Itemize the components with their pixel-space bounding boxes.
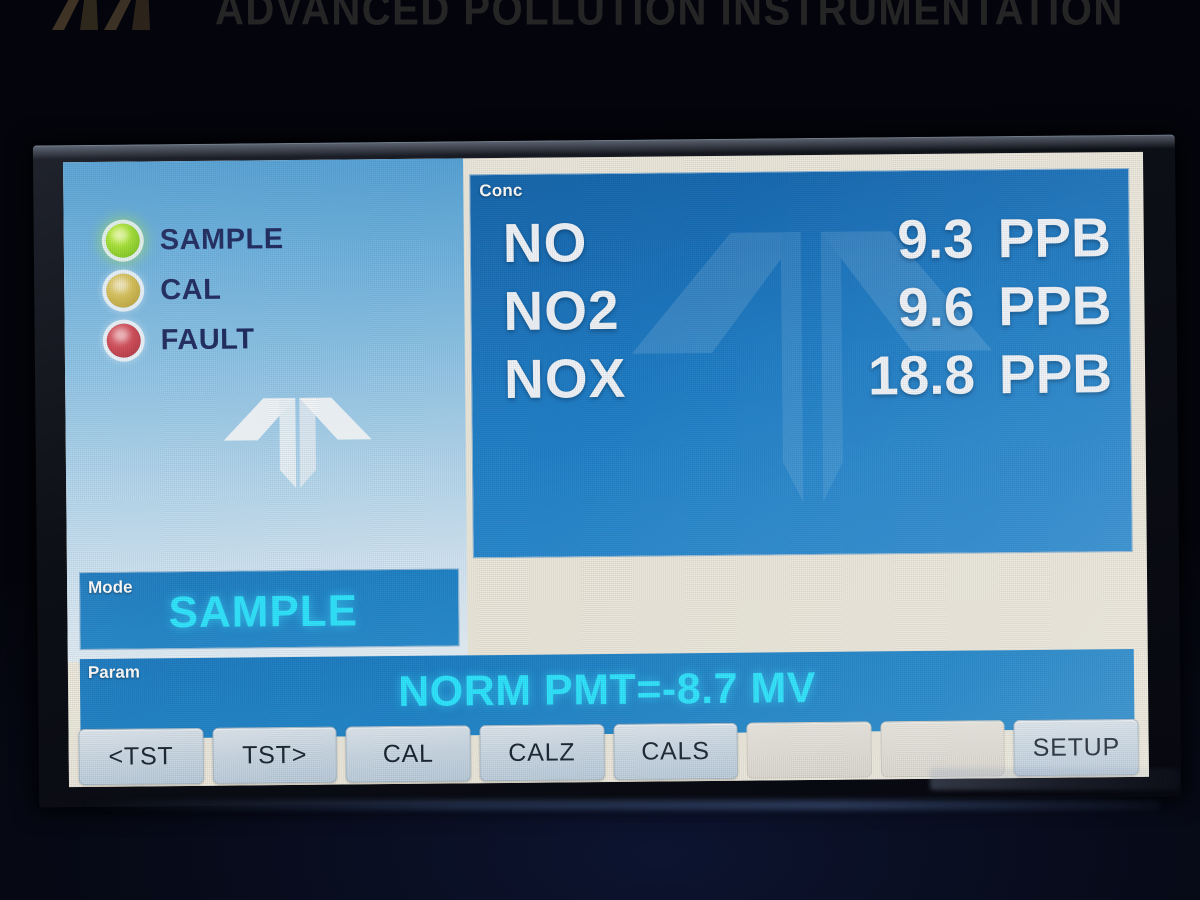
concentration-panel: Conc NO 9.3 PPB NO2 9.6 PPB NOX 18.8 PPB: [469, 167, 1133, 559]
mode-value: SAMPLE: [168, 586, 359, 638]
status-row-fault: FAULT: [106, 322, 255, 358]
conc-value-nox: 18.8: [867, 343, 976, 407]
function-button-tst-prev[interactable]: <TST: [78, 727, 204, 786]
conc-value-no: 9.3: [897, 207, 975, 271]
status-label-fault: FAULT: [160, 322, 255, 356]
param-value: NORM PMT=-8.7 MV: [398, 664, 817, 717]
banner-title: ADVANCED POLLUTION INSTRUMENTATION: [215, 0, 1124, 35]
teledyne-chevron-logo-icon: [52, 0, 150, 30]
instrument-banner: ADVANCED POLLUTION INSTRUMENTATION: [0, 0, 1200, 44]
conc-gas-nox: NOX: [503, 346, 627, 410]
function-button-blank-1: [746, 721, 872, 779]
lcd-screen: SAMPLE CAL FAULT Conc NO 9.3 PPB NO2 9.6…: [63, 151, 1149, 788]
monitor-bezel: SAMPLE CAL FAULT Conc NO 9.3 PPB NO2 9.6…: [32, 134, 1182, 808]
led-indicator-icon-fault: [106, 323, 141, 358]
conc-unit-no: PPB: [997, 206, 1112, 270]
screenshot-root: ADVANCED POLLUTION INSTRUMENTATION SAMPL…: [0, 0, 1200, 900]
conc-unit-no2: PPB: [998, 274, 1112, 338]
conc-caption: Conc: [479, 180, 523, 201]
status-label-cal: CAL: [160, 273, 222, 306]
function-button-calz[interactable]: CALZ: [479, 724, 605, 782]
function-button-tst-next[interactable]: TST>: [212, 726, 338, 784]
status-label-sample: SAMPLE: [159, 222, 284, 256]
conc-unit-nox: PPB: [998, 342, 1113, 406]
mode-panel: Mode SAMPLE: [78, 568, 460, 651]
status-row-cal: CAL: [106, 273, 222, 308]
desk-reflection: [80, 800, 1160, 810]
function-button-cals[interactable]: CALS: [612, 722, 739, 780]
led-indicator-icon-cal: [106, 273, 141, 308]
conc-gas-no2: NO2: [503, 278, 620, 342]
led-indicator-icon-sample: [105, 223, 140, 258]
function-button-cal[interactable]: CAL: [345, 725, 471, 783]
status-row-sample: SAMPLE: [105, 222, 284, 258]
conc-value-no2: 9.6: [897, 275, 975, 339]
desk-blurred-label: [930, 768, 1180, 790]
teledyne-t-mark-icon: [223, 397, 372, 488]
conc-gas-no: NO: [502, 211, 588, 274]
